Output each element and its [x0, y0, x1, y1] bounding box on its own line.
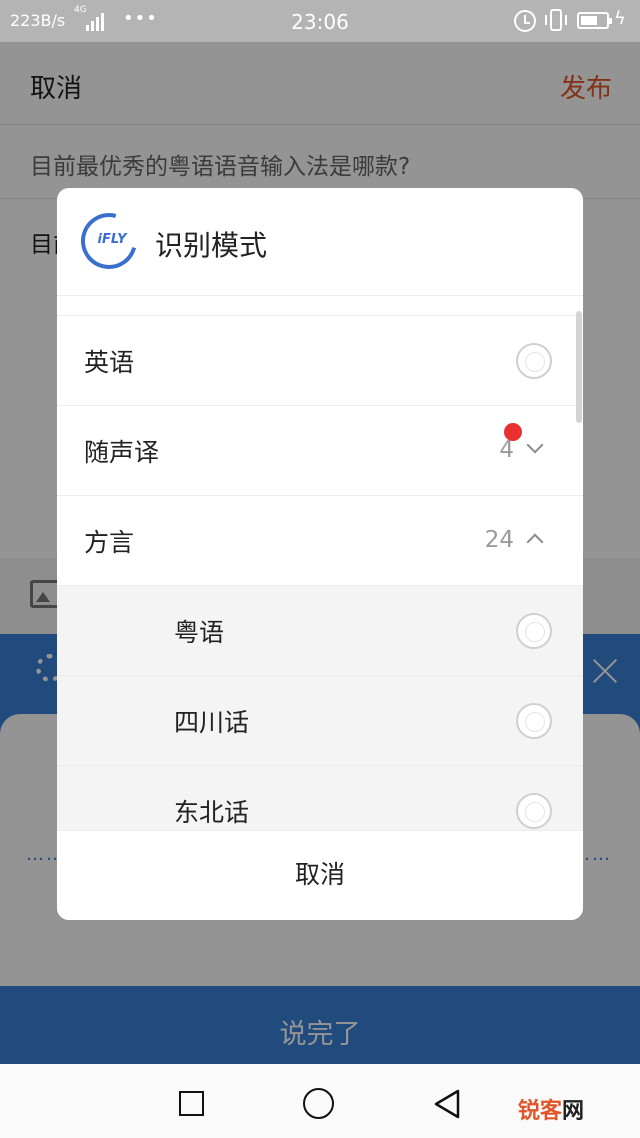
recognition-mode-dialog: iFLY 识别模式 英语 随声译 4 方言 24 粤语 四川话 东北话 取消 [57, 188, 583, 920]
list-item-label: 四川话 [174, 708, 250, 737]
radio-button[interactable] [516, 703, 552, 739]
radio-button[interactable] [516, 613, 552, 649]
list-item-dialect-group[interactable]: 方言 24 [57, 496, 583, 586]
ifly-logo-text: iFLY [97, 232, 127, 247]
list-item-label: 东北话 [174, 798, 250, 827]
watermark-main: 锐客 [518, 1098, 563, 1124]
chevron-down-icon[interactable] [526, 436, 544, 454]
list-item-translation-group[interactable]: 随声译 4 [57, 406, 583, 496]
dialog-cancel-button[interactable]: 取消 [57, 830, 583, 920]
list-item-label: 随声译 [84, 438, 160, 467]
list-item-label: 方言 [84, 528, 135, 557]
watermark-net: 网 [562, 1098, 585, 1124]
dialog-title: 识别模式 [155, 229, 268, 262]
list-item-northeastern[interactable]: 东北话 [57, 766, 583, 830]
group-count: 24 [484, 527, 514, 553]
list-item-label: 粤语 [174, 618, 225, 647]
clock: 23:06 [291, 10, 349, 34]
status-bar: 223B/s 4G ••• 23:06 ϟ [0, 0, 640, 42]
radio-button[interactable] [516, 343, 552, 379]
notification-dot-icon [504, 423, 522, 441]
list-item-english[interactable]: 英语 [57, 316, 583, 406]
list-item-cantonese[interactable]: 粤语 [57, 586, 583, 676]
back-icon[interactable] [432, 1088, 462, 1120]
list-item-label: 英语 [84, 348, 135, 377]
chevron-up-icon[interactable] [526, 533, 544, 551]
charging-icon: ϟ [614, 8, 626, 29]
home-icon[interactable] [303, 1088, 334, 1119]
vibrate-icon [545, 9, 567, 31]
alarm-icon [514, 10, 536, 32]
radio-button[interactable] [516, 793, 552, 829]
navigation-bar: 锐客网 [0, 1064, 640, 1138]
recent-apps-icon[interactable] [179, 1091, 204, 1116]
list-item-sichuanese[interactable]: 四川话 [57, 676, 583, 766]
dialog-header: iFLY 识别模式 [57, 188, 583, 296]
mode-list[interactable]: 英语 随声译 4 方言 24 粤语 四川话 东北话 [57, 315, 583, 830]
watermark-logo: 锐客网 [518, 1093, 584, 1125]
list-scrollbar[interactable] [576, 311, 582, 423]
battery-icon [577, 12, 612, 29]
